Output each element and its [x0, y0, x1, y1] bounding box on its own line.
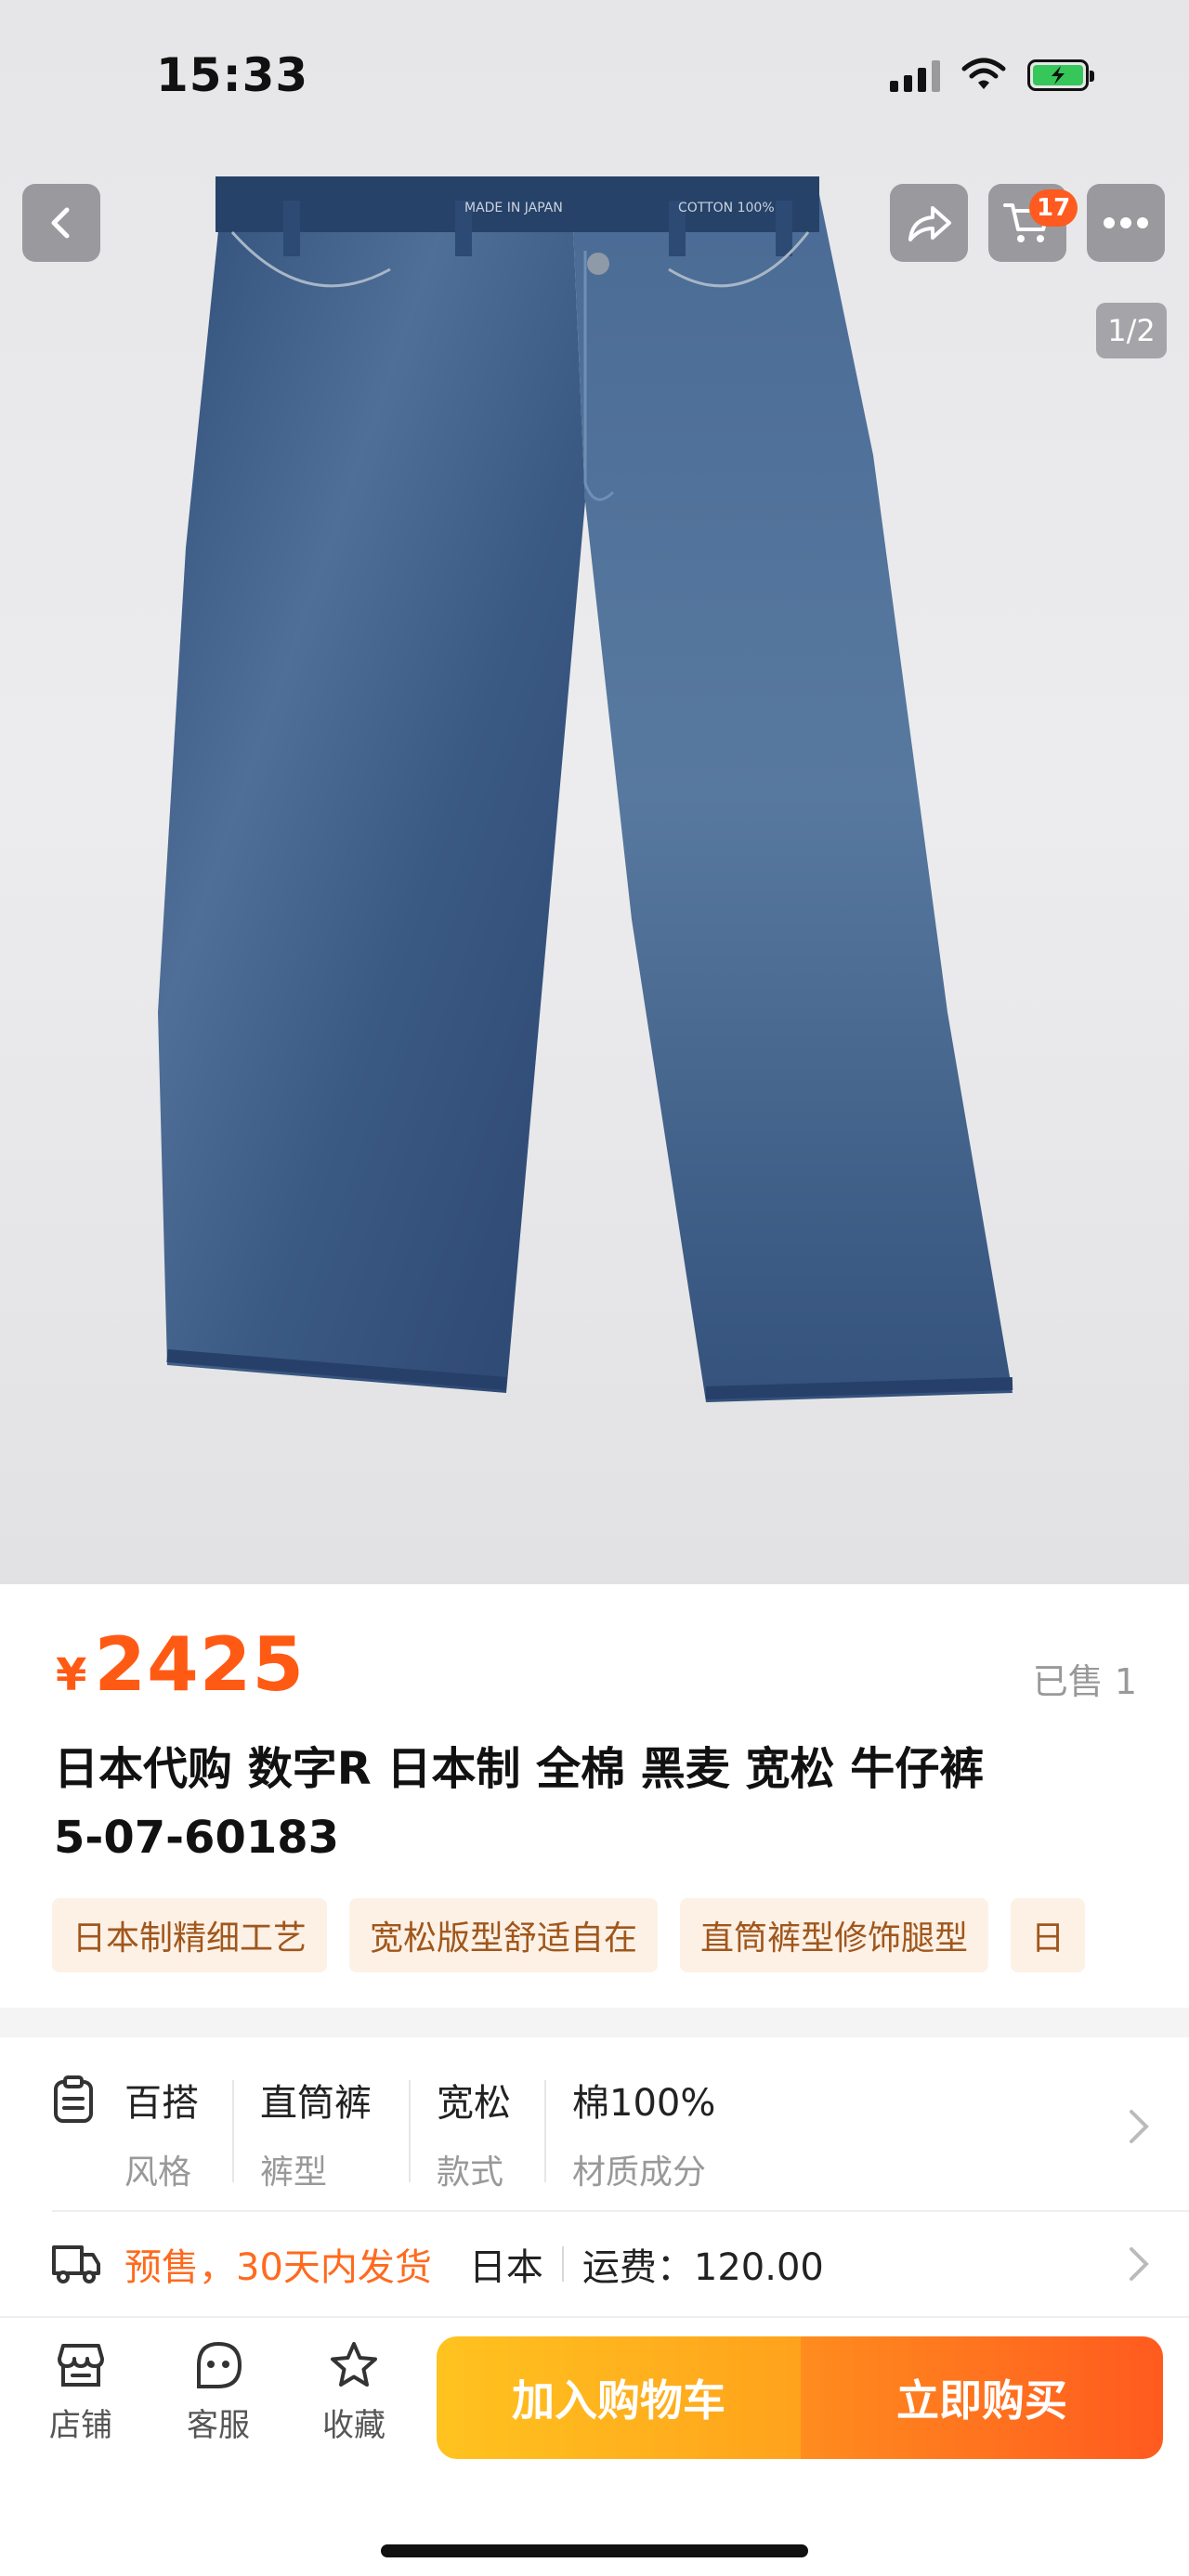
price-currency: ¥	[56, 1649, 87, 1701]
attribute-fit: 直筒裤 裤型	[260, 2073, 372, 2193]
feature-tag: 直筒裤型修饰腿型	[680, 1898, 989, 1972]
attribute-key: 裤型	[260, 2153, 328, 2192]
clipboard-icon	[54, 2075, 93, 2123]
share-button[interactable]	[890, 184, 968, 262]
divider	[409, 2080, 411, 2182]
product-title: 日本代购 数字R 日本制 全棉 黑麦 宽松 牛仔裤 5-07-60183	[54, 1735, 1141, 1872]
purchase-buttons: 加入购物车 立即购买	[437, 2336, 1163, 2459]
feature-tags: 日本制精细工艺 宽松版型舒适自在 直筒裤型修饰腿型 日	[52, 1898, 1086, 1972]
image-page-indicator: 1/2	[1096, 303, 1167, 358]
chevron-right-icon[interactable]	[1128, 2244, 1150, 2284]
shipping-row[interactable]: 预售，30天内发货 日本 运费：120.00	[124, 2238, 824, 2290]
shipping-fee: 运费：120.00	[581, 2246, 824, 2289]
store-button[interactable]: 店铺	[30, 2340, 132, 2445]
attribute-value: 棉100%	[572, 2082, 716, 2125]
store-icon	[58, 2344, 104, 2387]
favorite-button[interactable]: 收藏	[303, 2340, 405, 2445]
service-label: 客服	[187, 2407, 250, 2444]
attribute-material: 棉100% 材质成分	[572, 2073, 715, 2193]
feature-tag: 日	[1011, 1898, 1086, 1972]
attribute-value: 百搭	[124, 2082, 199, 2125]
divider	[52, 2210, 1189, 2212]
cellular-signal-icon	[890, 59, 940, 92]
price-value: 2425	[94, 1621, 306, 1708]
chevron-right-icon[interactable]	[1128, 2106, 1150, 2147]
divider	[232, 2080, 234, 2182]
truck-icon	[52, 2245, 100, 2283]
chevron-left-icon	[51, 207, 70, 239]
presale-text: 预售，30天内发货	[124, 2246, 432, 2289]
attribute-key: 材质成分	[572, 2153, 707, 2192]
store-label: 店铺	[49, 2407, 112, 2444]
divider	[544, 2080, 546, 2182]
waistband-label-right: COTTON 100%	[678, 201, 775, 215]
attribute-style: 百搭 风格	[124, 2073, 199, 2193]
feature-tag: 宽松版型舒适自在	[349, 1898, 659, 1972]
back-button[interactable]	[22, 184, 100, 262]
attribute-key: 风格	[124, 2153, 192, 2192]
home-indicator[interactable]	[381, 2544, 808, 2557]
more-icon	[1104, 217, 1148, 228]
attribute-value: 直筒裤	[260, 2082, 372, 2125]
add-to-cart-button[interactable]: 加入购物车	[437, 2336, 801, 2459]
product-image-carousel[interactable]: MADE IN JAPAN COTTON 100% 15:33 17 1/2	[0, 0, 1189, 1584]
attribute-key: 款式	[437, 2153, 504, 2192]
product-title-line2: 5-07-60183	[54, 1812, 340, 1864]
origin-text: 日本	[468, 2246, 543, 2289]
share-icon	[908, 206, 951, 241]
favorite-label: 收藏	[322, 2407, 385, 2444]
wifi-icon	[961, 58, 1006, 89]
cart-count-badge: 17	[1029, 189, 1078, 227]
attribute-cut: 宽松 款式	[437, 2073, 511, 2193]
feature-tag: 日本制精细工艺	[52, 1898, 328, 1972]
product-detail-page: MADE IN JAPAN COTTON 100% 15:33 17 1/2 ¥…	[0, 0, 1189, 2576]
divider	[561, 2246, 564, 2282]
attribute-value: 宽松	[437, 2082, 511, 2125]
price: ¥ 2425	[56, 1621, 305, 1708]
chat-face-icon	[197, 2341, 242, 2388]
more-button[interactable]	[1087, 184, 1165, 262]
status-bar: 15:33	[0, 0, 1189, 158]
star-icon	[331, 2342, 377, 2387]
waistband-label-left: MADE IN JAPAN	[464, 201, 563, 215]
battery-icon	[1027, 59, 1094, 91]
customer-service-button[interactable]: 客服	[167, 2340, 269, 2445]
sold-count: 已售 1	[1032, 1661, 1137, 1702]
product-image-jeans: MADE IN JAPAN COTTON 100%	[158, 176, 1013, 1402]
buy-now-button[interactable]: 立即购买	[801, 2336, 1163, 2459]
product-title-line1: 日本代购 数字R 日本制 全棉 黑麦 宽松 牛仔裤	[54, 1743, 985, 1795]
status-time: 15:33	[156, 48, 309, 102]
